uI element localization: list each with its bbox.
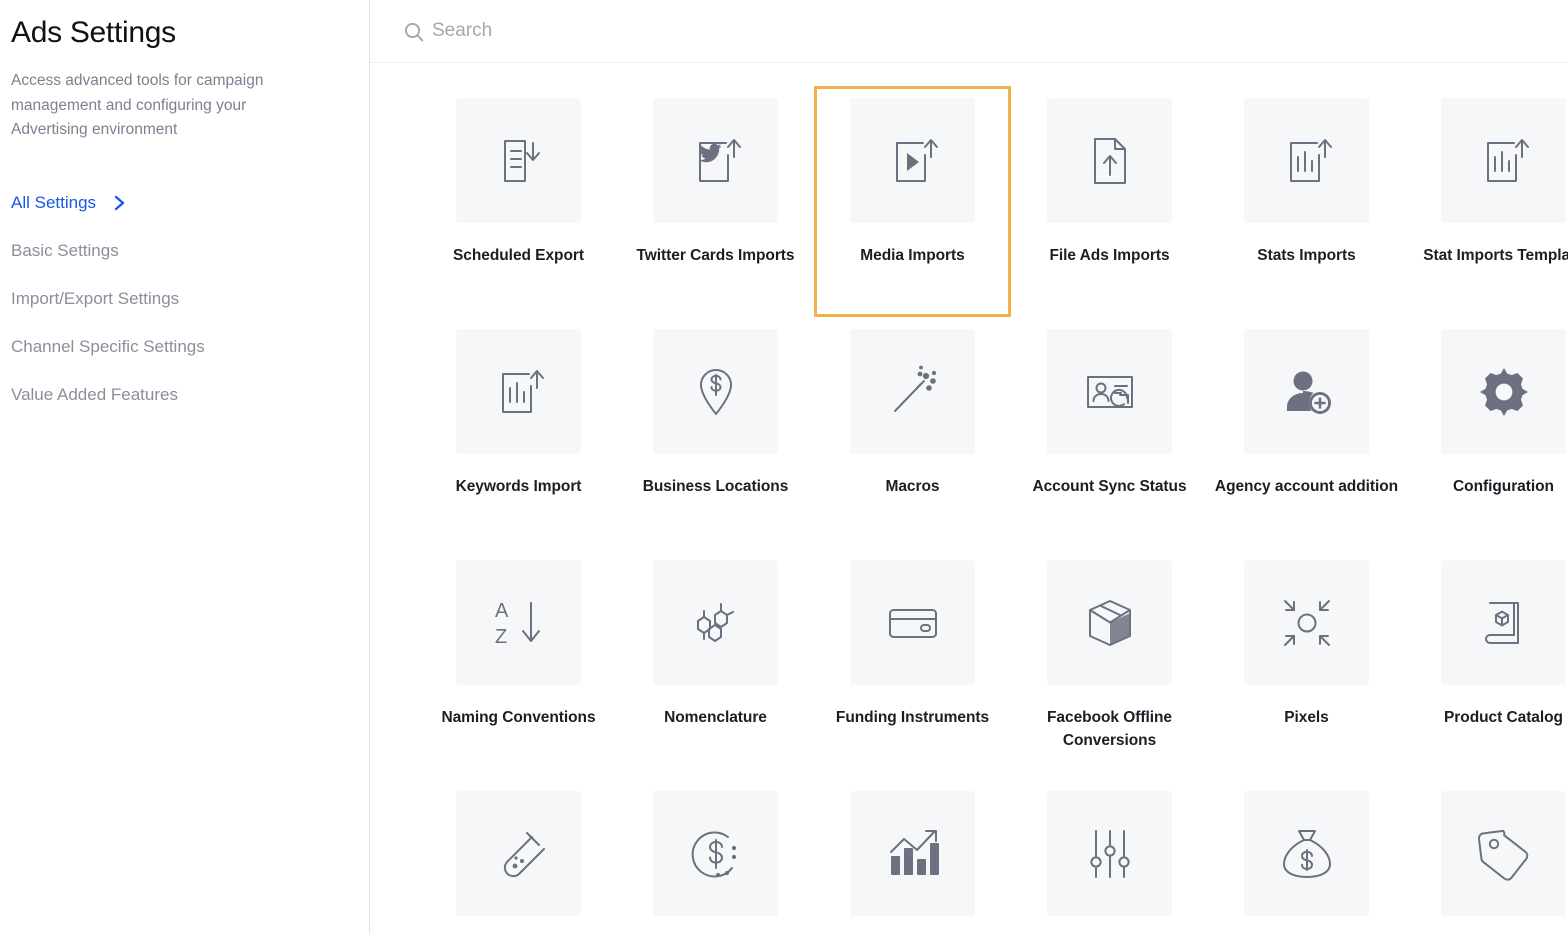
settings-tile-label: Media Imports	[860, 247, 965, 264]
settings-tile-label: File Ads Imports	[1049, 247, 1170, 264]
id-card-sync-icon	[1047, 329, 1172, 454]
money-bag-icon	[1244, 791, 1369, 916]
package-box-icon	[1047, 560, 1172, 685]
molecule-icon	[653, 560, 778, 685]
sidebar-item-label: Basic Settings	[11, 240, 119, 260]
settings-tile-tile-23[interactable]	[1208, 779, 1405, 934]
settings-tile-naming-conventions[interactable]: A Z Naming Conventions	[420, 548, 617, 779]
settings-tile-label: Stats Imports	[1257, 247, 1356, 264]
sidebar-item-label: All Settings	[11, 192, 97, 212]
search-input[interactable]	[432, 20, 912, 42]
chart-upload-icon	[456, 329, 581, 454]
catalog-book-icon	[1441, 560, 1566, 685]
file-upload-icon	[1047, 98, 1172, 223]
dollar-dotted-circle-icon	[653, 791, 778, 916]
sidebar-item-channel-specific-settings[interactable]: Channel Specific Settings	[10, 323, 369, 371]
settings-tile-label: Keywords Import	[455, 478, 582, 495]
settings-tile-macros[interactable]: Macros	[814, 317, 1011, 548]
sidebar-item-basic-settings[interactable]: Basic Settings	[10, 227, 369, 275]
main-content: Scheduled Export Twitter Cards Imports M…	[370, 0, 1568, 934]
settings-tile-facebook-offline-conversions[interactable]: Facebook Offline Conversions	[1011, 548, 1208, 779]
settings-tile-label: Business Locations	[642, 478, 789, 495]
sidebar-item-label: Import/Export Settings	[11, 288, 180, 308]
credit-card-icon	[850, 560, 975, 685]
pixel-target-icon	[1244, 560, 1369, 685]
settings-tile-pixels[interactable]: Pixels	[1208, 548, 1405, 779]
settings-tile-label: Pixels	[1284, 709, 1329, 726]
user-add-icon	[1244, 329, 1369, 454]
settings-tile-label: Product Catalog	[1444, 709, 1563, 726]
chart-upload-icon	[1244, 98, 1369, 223]
chart-upload-icon	[1441, 98, 1566, 223]
sidebar-nav: All Settings Basic Settings Import/Export…	[10, 179, 369, 419]
sliders-icon	[1047, 791, 1172, 916]
settings-tile-agency-account-addition[interactable]: Agency account addition	[1208, 317, 1405, 548]
settings-tile-tile-21[interactable]	[814, 779, 1011, 934]
price-tag-icon	[1441, 791, 1566, 916]
settings-tile-tile-20[interactable]	[617, 779, 814, 934]
settings-tile-funding-instruments[interactable]: Funding Instruments	[814, 548, 1011, 779]
ads-settings-page: Ads Settings Access advanced tools for c…	[0, 0, 1568, 934]
sidebar-item-import-export-settings[interactable]: Import/Export Settings	[10, 275, 369, 323]
gear-icon	[1441, 329, 1566, 454]
settings-tile-label: Facebook Offline Conversions	[1047, 709, 1172, 749]
settings-tile-tile-19[interactable]	[420, 779, 617, 934]
sidebar: Ads Settings Access advanced tools for c…	[0, 0, 370, 934]
settings-tile-label: Stat Imports Template	[1423, 247, 1568, 264]
settings-tile-label: Macros	[885, 478, 940, 495]
settings-tile-label: Funding Instruments	[835, 709, 990, 726]
settings-tile-label: Configuration	[1453, 478, 1554, 495]
sort-az-icon: A Z	[456, 560, 581, 685]
map-pin-dollar-icon	[653, 329, 778, 454]
settings-tile-account-sync-status[interactable]: Account Sync Status	[1011, 317, 1208, 548]
search-icon	[403, 21, 425, 48]
settings-tile-tile-24[interactable]	[1405, 779, 1568, 934]
magic-wand-icon	[850, 329, 975, 454]
settings-tile-nomenclature[interactable]: Nomenclature	[617, 548, 814, 779]
settings-tile-configuration[interactable]: Configuration	[1405, 317, 1568, 548]
settings-tile-label: Account Sync Status	[1032, 478, 1187, 495]
settings-tile-label: Twitter Cards Imports	[636, 247, 795, 264]
twitter-upload-icon	[653, 98, 778, 223]
page-subtitle: Access advanced tools for campaign manag…	[11, 72, 264, 138]
settings-tile-twitter-cards-imports[interactable]: Twitter Cards Imports	[617, 86, 814, 317]
svg-text:Z: Z	[495, 626, 507, 648]
chevron-right-icon	[112, 193, 128, 213]
page-title: Ads Settings	[11, 16, 176, 49]
settings-tile-stat-imports-template[interactable]: Stat Imports Template	[1405, 86, 1568, 317]
settings-tile-product-catalog[interactable]: Product Catalog	[1405, 548, 1568, 779]
settings-tile-label: Agency account addition	[1214, 478, 1399, 495]
sidebar-item-label: Channel Specific Settings	[11, 336, 205, 356]
bar-chart-growth-icon	[850, 791, 975, 916]
settings-tile-tile-22[interactable]	[1011, 779, 1208, 934]
sidebar-item-all-settings[interactable]: All Settings	[10, 179, 369, 227]
test-tube-icon	[456, 791, 581, 916]
settings-tile-media-imports[interactable]: Media Imports	[814, 86, 1011, 317]
settings-tile-label: Naming Conventions	[441, 709, 596, 726]
sidebar-item-label: Value Added Features	[11, 384, 178, 404]
sidebar-item-value-added-features[interactable]: Value Added Features	[10, 371, 369, 419]
settings-tile-scheduled-export[interactable]: Scheduled Export	[420, 86, 617, 317]
settings-tile-file-ads-imports[interactable]: File Ads Imports	[1011, 86, 1208, 317]
settings-tile-keywords-import[interactable]: Keywords Import	[420, 317, 617, 548]
svg-text:A: A	[495, 600, 509, 622]
settings-grid: Scheduled Export Twitter Cards Imports M…	[370, 86, 1568, 934]
settings-tile-label: Scheduled Export	[453, 247, 584, 264]
media-upload-icon	[850, 98, 975, 223]
settings-grid-scroll[interactable]: Scheduled Export Twitter Cards Imports M…	[370, 63, 1568, 934]
settings-tile-business-locations[interactable]: Business Locations	[617, 317, 814, 548]
search-bar	[370, 0, 1568, 63]
settings-tile-label: Nomenclature	[664, 709, 767, 726]
document-download-icon	[456, 98, 581, 223]
settings-tile-stats-imports[interactable]: Stats Imports	[1208, 86, 1405, 317]
